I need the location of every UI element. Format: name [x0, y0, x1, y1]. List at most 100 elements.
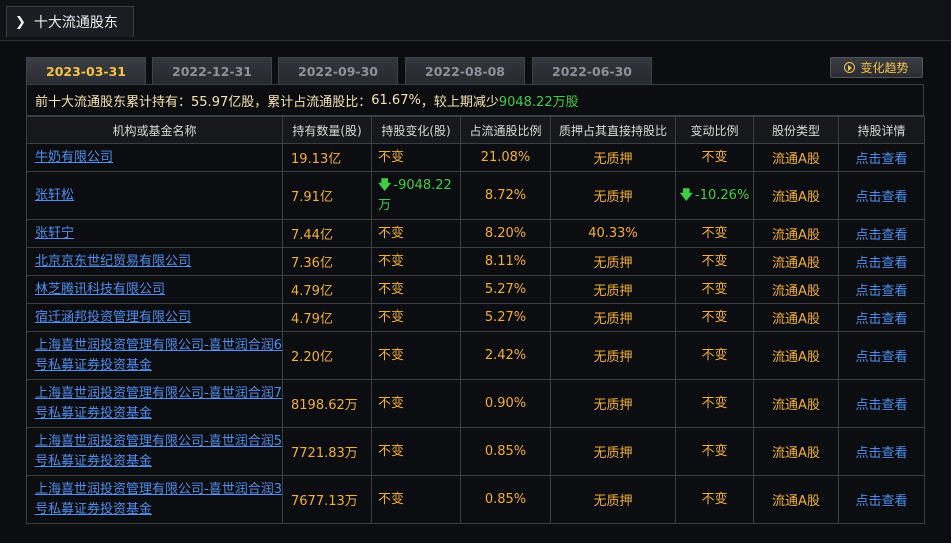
holder-name-link[interactable]: 北京京东世纪贸易有限公司 [26, 247, 283, 276]
summary-ratio: 61.67% [371, 92, 421, 108]
col-header-name[interactable]: 机构或基金名称 [26, 116, 283, 144]
table-row: 上海喜世润投资管理有限公司-喜世润合润3号私募证券投资基金 7677.13万 不… [26, 475, 925, 524]
holder-share-type: 流通A股 [753, 247, 839, 276]
tab-2022-12-31[interactable]: 2022-12-31 [152, 57, 272, 84]
holder-qty: 8198.62万 [282, 379, 372, 428]
holder-change: 不变 [371, 219, 461, 248]
holder-change: 不变 [371, 475, 461, 524]
holder-qty: 7.36亿 [282, 247, 372, 276]
holder-qty: 7.44亿 [282, 219, 372, 248]
holder-var: 不变 [675, 379, 754, 428]
holder-change: 不变 [371, 275, 461, 304]
holder-name-link[interactable]: 宿迁涵邦投资管理有限公司 [26, 303, 283, 332]
holder-detail-link[interactable]: 点击查看 [838, 475, 925, 524]
tab-2022-08-08[interactable]: 2022-08-08 [405, 57, 525, 84]
col-header-change[interactable]: 持股变化(股) [371, 116, 461, 144]
holder-var: 不变 [675, 427, 754, 476]
holder-detail-link[interactable]: 点击查看 [838, 143, 925, 172]
table-header-row: 机构或基金名称 持有数量(股) 持股变化(股) 占流通股比例 质押占其直接持股比… [26, 116, 925, 144]
col-header-pledge[interactable]: 质押占其直接持股比 [550, 116, 676, 144]
table-row: 上海喜世润投资管理有限公司-喜世润合润6号私募证券投资基金 2.20亿 不变 2… [26, 331, 925, 380]
holder-var: 不变 [675, 219, 754, 248]
tab-2023-03-31[interactable]: 2023-03-31 [26, 57, 146, 84]
col-header-qty[interactable]: 持有数量(股) [282, 116, 372, 144]
holder-var: 不变 [675, 331, 754, 380]
holder-name-link[interactable]: 牛奶有限公司 [26, 143, 283, 172]
holder-share-type: 流通A股 [753, 379, 839, 428]
table-row: 上海喜世润投资管理有限公司-喜世润合润7号私募证券投资基金 8198.62万 不… [26, 379, 925, 428]
summary-compare-label: ，较上期减少 [420, 94, 499, 110]
col-header-type[interactable]: 股份类型 [753, 116, 839, 144]
holder-ratio: 8.11% [460, 247, 551, 276]
holder-detail-link[interactable]: 点击查看 [838, 275, 925, 304]
holder-detail-link[interactable]: 点击查看 [838, 247, 925, 276]
holder-qty: 4.79亿 [282, 275, 372, 304]
holder-var: 不变 [675, 475, 754, 524]
holder-name-link[interactable]: 张轩宁 [26, 219, 283, 248]
holders-table: 机构或基金名称 持有数量(股) 持股变化(股) 占流通股比例 质押占其直接持股比… [26, 116, 925, 524]
summary-bar: 前十大流通股东累计持有： 55.97亿股 ，累计占流通股比： 61.67% ，较… [26, 84, 924, 116]
holder-ratio: 8.20% [460, 219, 551, 248]
panel-header: ❯ 十大流通股东 [0, 0, 951, 41]
tab-2022-06-30[interactable]: 2022-06-30 [532, 57, 652, 84]
holder-name-link[interactable]: 林芝腾讯科技有限公司 [26, 275, 283, 304]
holder-share-type: 流通A股 [753, 219, 839, 248]
holder-var: 不变 [675, 247, 754, 276]
holder-detail-link[interactable]: 点击查看 [838, 219, 925, 248]
table-row: 牛奶有限公司 19.13亿 不变 21.08% 无质押 不变 流通A股 点击查看 [26, 143, 925, 172]
holder-name-link[interactable]: 上海喜世润投资管理有限公司-喜世润合润5号私募证券投资基金 [26, 427, 283, 476]
holder-var: 不变 [675, 303, 754, 332]
holder-pledge: 无质押 [550, 303, 676, 332]
holder-qty: 2.20亿 [282, 331, 372, 380]
summary-prefix: 前十大流通股东累计持有： [35, 94, 192, 110]
holder-ratio: 8.72% [460, 171, 551, 220]
holder-qty: 7.91亿 [282, 171, 372, 220]
holder-var: 不变 [675, 143, 754, 172]
play-circle-icon [844, 62, 856, 73]
holder-pledge: 无质押 [550, 331, 676, 380]
holder-var: 不变 [675, 275, 754, 304]
panel-title: 十大流通股东 [33, 15, 118, 31]
summary-ratio-label: ，累计占流通股比： [254, 94, 372, 110]
holder-change: 不变 [371, 379, 461, 428]
holder-qty: 7721.83万 [282, 427, 372, 476]
holder-var: 🡇 -10.26% [675, 171, 754, 220]
holder-share-type: 流通A股 [753, 171, 839, 220]
holder-ratio: 0.85% [460, 475, 551, 524]
holder-name-link[interactable]: 上海喜世润投资管理有限公司-喜世润合润7号私募证券投资基金 [26, 379, 283, 428]
holder-detail-link[interactable]: 点击查看 [838, 331, 925, 380]
col-header-ratio[interactable]: 占流通股比例 [460, 116, 551, 144]
holder-detail-link[interactable]: 点击查看 [838, 379, 925, 428]
trend-button-label: 变化趋势 [860, 61, 909, 75]
holder-detail-link[interactable]: 点击查看 [838, 303, 925, 332]
holder-qty: 7677.13万 [282, 475, 372, 524]
holder-share-type: 流通A股 [753, 331, 839, 380]
holder-qty: 4.79亿 [282, 303, 372, 332]
col-header-var[interactable]: 变动比例 [675, 116, 754, 144]
holder-name-link[interactable]: 上海喜世润投资管理有限公司-喜世润合润3号私募证券投资基金 [26, 475, 283, 524]
holder-change: 🡇 -9048.22万 [371, 171, 461, 220]
holder-name-link[interactable]: 张轩松 [26, 171, 283, 220]
holder-detail-link[interactable]: 点击查看 [838, 427, 925, 476]
holder-ratio: 21.08% [460, 143, 551, 172]
col-header-detail[interactable]: 持股详情 [838, 116, 925, 144]
trend-button[interactable]: 变化趋势 [830, 57, 923, 78]
holder-ratio: 0.85% [460, 427, 551, 476]
holder-change: 不变 [371, 427, 461, 476]
panel-title-tab: ❯ 十大流通股东 [6, 6, 134, 37]
holder-ratio: 0.90% [460, 379, 551, 428]
holder-detail-link[interactable]: 点击查看 [838, 171, 925, 220]
holder-var-value: -10.26% [695, 187, 750, 203]
holder-pledge: 无质押 [550, 427, 676, 476]
chevron-right-icon: ❯ [15, 14, 26, 30]
summary-change: 9048.22万股 [498, 94, 579, 110]
table-row: 张轩宁 7.44亿 不变 8.20% 40.33% 不变 流通A股 点击查看 [26, 219, 925, 248]
holder-pledge: 无质押 [550, 171, 676, 220]
holder-pledge: 无质押 [550, 275, 676, 304]
holder-pledge: 无质押 [550, 143, 676, 172]
down-arrow-icon: 🡇 [378, 177, 392, 193]
holder-name-link[interactable]: 上海喜世润投资管理有限公司-喜世润合润6号私募证券投资基金 [26, 331, 283, 380]
tab-2022-09-30[interactable]: 2022-09-30 [278, 57, 398, 84]
holder-pledge: 40.33% [550, 219, 676, 248]
holder-ratio: 2.42% [460, 331, 551, 380]
